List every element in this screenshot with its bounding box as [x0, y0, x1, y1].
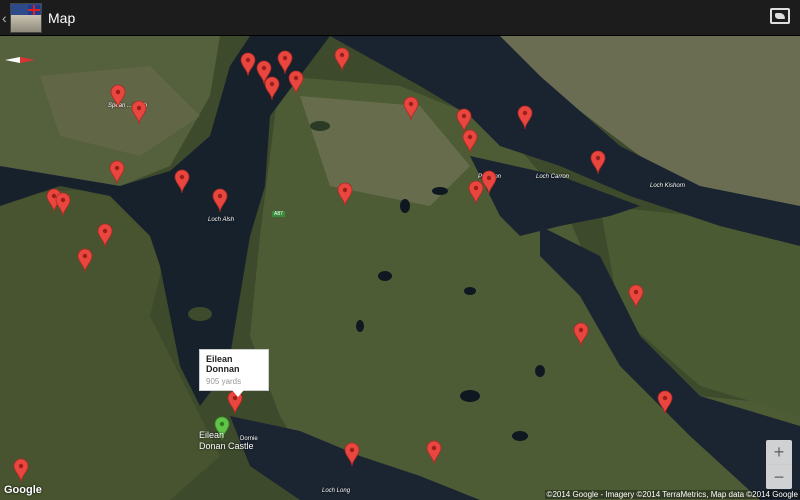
google-logo: Google [4, 484, 42, 496]
map-marker-icon[interactable] [264, 76, 280, 101]
place-label-loch-long: Loch Long [322, 488, 351, 494]
map-marker-icon[interactable] [657, 390, 673, 415]
map-marker-icon[interactable] [344, 442, 360, 467]
map-marker-icon[interactable] [573, 322, 589, 347]
map-marker-icon[interactable] [403, 96, 419, 121]
action-bar: ‹ Map [0, 0, 800, 36]
map-marker-icon[interactable] [55, 192, 71, 217]
page-title: Map [48, 9, 76, 26]
map-marker-icon[interactable] [462, 129, 478, 154]
map-attribution: ©2014 Google - Imagery ©2014 TerraMetric… [544, 490, 800, 499]
map-marker-icon[interactable] [109, 160, 125, 185]
map-marker-icon[interactable] [334, 47, 350, 72]
map-marker-icon[interactable] [110, 84, 126, 109]
map-marker-icon[interactable] [131, 100, 147, 125]
info-window-distance: 905 yards [206, 377, 242, 386]
zoom-in-button[interactable]: + [766, 440, 792, 465]
up-caret-icon[interactable]: ‹ [2, 10, 8, 26]
satellite-map[interactable]: Loch Alsh Loch Carron Loch Kishorn Loch … [0, 36, 800, 500]
union-jack-icon [28, 4, 40, 15]
zoom-out-button[interactable]: − [766, 465, 792, 489]
place-label-loch-carron: Loch Carron [536, 174, 570, 180]
place-label-dornie: Dornie [240, 436, 258, 442]
app-launcher-icon[interactable] [10, 2, 42, 33]
place-label-loch-kishorn: Loch Kishorn [650, 183, 686, 189]
map-marker-icon[interactable] [240, 52, 256, 77]
place-label-loch-alsh: Loch Alsh [208, 217, 235, 223]
map-marker-icon[interactable] [174, 169, 190, 194]
zoom-controls: + − [766, 440, 792, 489]
road-sign-a87: A87 [272, 211, 285, 217]
map-marker-icon[interactable] [77, 248, 93, 273]
info-window[interactable]: Eilean Donnan 905 yards [199, 349, 269, 397]
info-window-title: Eilean Donnan [206, 354, 240, 374]
info-window-tail [232, 390, 244, 397]
castle-label-line2: Donan Castle [199, 441, 254, 451]
map-marker-icon[interactable] [288, 70, 304, 95]
map-marker-icon[interactable] [517, 105, 533, 130]
map-marker-icon[interactable] [426, 440, 442, 465]
map-marker-icon[interactable] [628, 284, 644, 309]
map-marker-icon[interactable] [212, 188, 228, 213]
map-marker-icon[interactable] [13, 458, 29, 483]
map-marker-icon[interactable] [337, 182, 353, 207]
map-marker-icon[interactable] [481, 170, 497, 195]
compass-icon[interactable] [5, 50, 35, 63]
map-marker-icon[interactable] [97, 223, 113, 248]
map-marker-icon[interactable] [590, 150, 606, 175]
map-type-icon[interactable] [770, 8, 790, 24]
